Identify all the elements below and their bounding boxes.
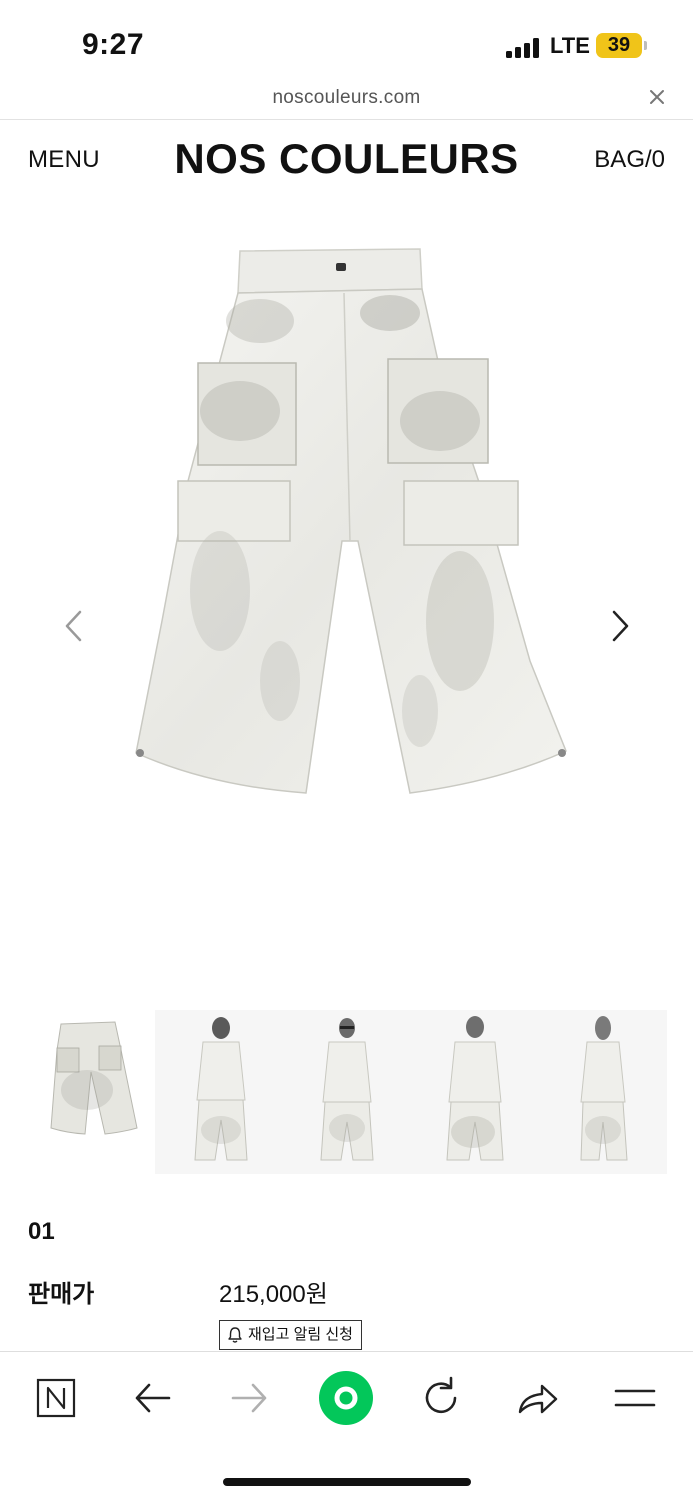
site-logo[interactable]: NOS COULEURS <box>0 135 693 183</box>
close-icon[interactable] <box>646 86 668 108</box>
browser-toolbar <box>0 1351 693 1500</box>
battery-level: 39 <box>607 34 631 56</box>
thumbnail-pants-flat-lay[interactable] <box>27 1010 155 1174</box>
product-gallery <box>0 201 693 1001</box>
refresh-icon[interactable] <box>411 1372 471 1424</box>
forward-arrow-icon[interactable] <box>219 1372 279 1424</box>
thumbnail-strip <box>27 1010 667 1174</box>
thumbnail-model-front-sunglasses[interactable] <box>283 1010 411 1174</box>
battery-icon: 39 <box>596 33 642 58</box>
price-row: 판매가 215,000원 <box>28 1274 668 1310</box>
url-bar[interactable]: noscouleurs.com <box>0 84 693 120</box>
battery-nub <box>644 41 647 50</box>
price-value: 215,000원 <box>219 1281 328 1308</box>
site-header: MENU NOS COULEURS BAG/0 <box>0 121 693 201</box>
thumbnail-model-side[interactable] <box>539 1010 667 1174</box>
thumbnail-model-front[interactable] <box>155 1010 283 1174</box>
chevron-left-icon[interactable] <box>60 606 86 646</box>
restock-alert-button[interactable]: 재입고 알림 신청 <box>219 1320 362 1350</box>
url-text[interactable]: noscouleurs.com <box>0 87 693 109</box>
signal-icon <box>506 38 542 58</box>
menu-icon[interactable] <box>605 1372 665 1424</box>
green-circle-icon[interactable] <box>316 1368 376 1428</box>
naver-icon[interactable] <box>26 1372 86 1424</box>
share-icon[interactable] <box>508 1372 568 1424</box>
price-label: 판매가 <box>28 1281 95 1308</box>
home-indicator <box>223 1478 471 1486</box>
menu-button[interactable]: MENU <box>28 146 100 174</box>
status-time: 9:27 <box>82 28 145 61</box>
product-main-image[interactable] <box>120 241 580 801</box>
bell-icon <box>228 1327 242 1343</box>
bag-button[interactable]: BAG/0 <box>594 146 665 174</box>
back-arrow-icon[interactable] <box>123 1372 183 1424</box>
thumbnail-model-back[interactable] <box>411 1010 539 1174</box>
restock-alert-label: 재입고 알림 신청 <box>248 1326 353 1343</box>
network-label: LTE <box>550 33 590 58</box>
status-bar: 9:27 LTE 39 <box>0 0 693 86</box>
product-info: 01 판매가 215,000원 재입고 알림 신청 <box>28 1218 668 1350</box>
product-name: 01 <box>28 1218 55 1245</box>
chevron-right-icon[interactable] <box>608 606 634 646</box>
